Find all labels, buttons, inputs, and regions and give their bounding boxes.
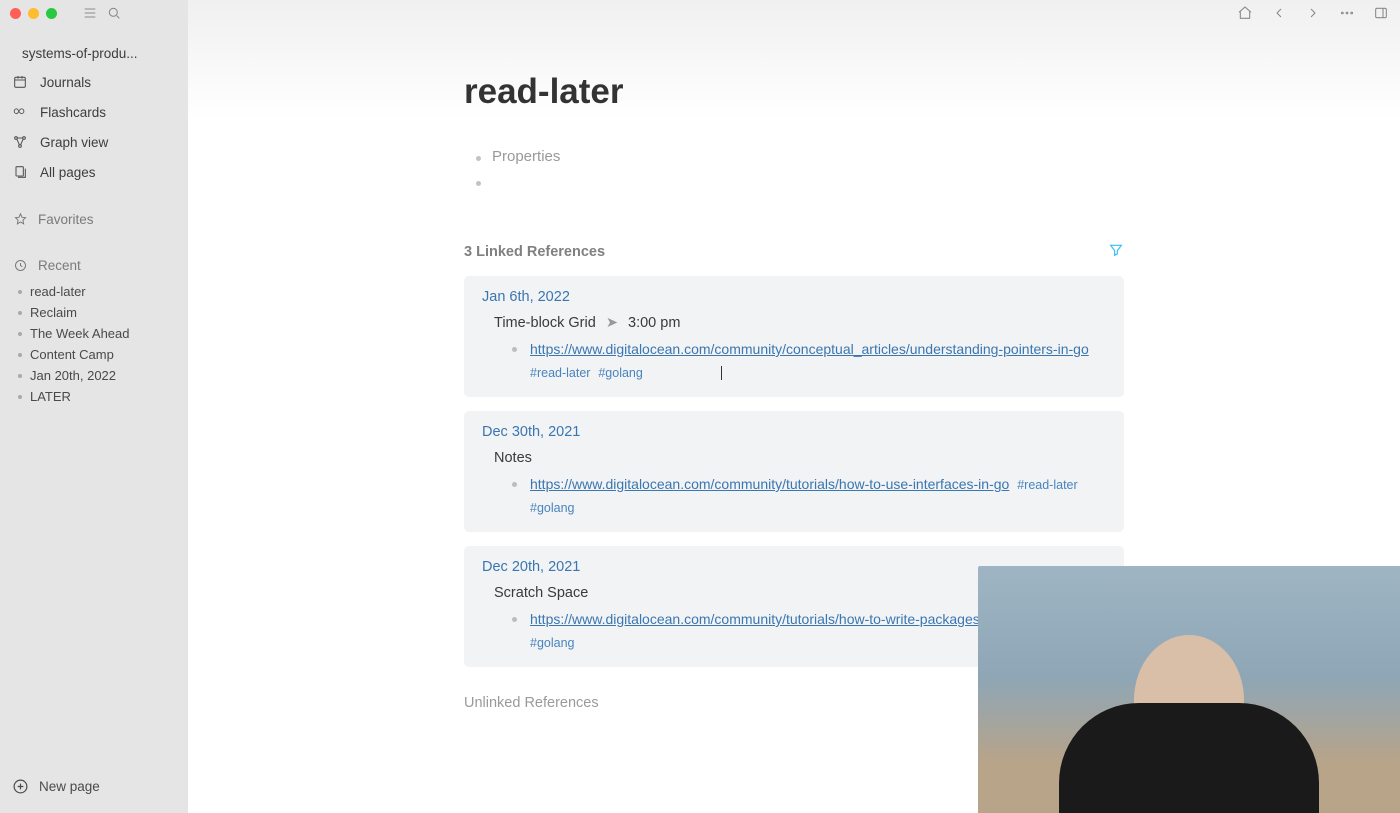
home-icon[interactable]: [1236, 4, 1254, 22]
nav-graph-view[interactable]: Graph view: [0, 127, 188, 157]
context-part: 3:00 pm: [628, 315, 680, 331]
menu-icon[interactable]: [81, 4, 99, 22]
workspace-switcher[interactable]: systems-of-produ...: [0, 40, 188, 67]
search-icon[interactable]: [105, 4, 123, 22]
titlebar: [0, 0, 1400, 26]
tag-link[interactable]: #read-later: [1017, 478, 1077, 492]
minimize-window-button[interactable]: [28, 8, 39, 19]
reference-card: Jan 6th, 2022 Time-block Grid ➤ 3:00 pm …: [464, 276, 1124, 397]
nav-label: Journals: [40, 75, 91, 90]
more-icon[interactable]: [1338, 4, 1356, 22]
reference-block[interactable]: https://www.digitalocean.com/community/c…: [512, 339, 1108, 383]
nav-journals[interactable]: Journals: [0, 67, 188, 97]
context-part: Scratch Space: [494, 585, 588, 601]
back-icon[interactable]: [1270, 4, 1288, 22]
favorites-label: Favorites: [38, 212, 94, 227]
tag-link[interactable]: #golang: [530, 636, 575, 650]
properties-label: Properties: [492, 148, 560, 165]
reference-link[interactable]: https://www.digitalocean.com/community/t…: [530, 476, 1009, 492]
reference-link[interactable]: https://www.digitalocean.com/community/c…: [530, 341, 1089, 357]
nav-label: Flashcards: [40, 105, 106, 120]
reference-date-link[interactable]: Dec 20th, 2021: [482, 559, 580, 575]
recent-item[interactable]: The Week Ahead: [14, 323, 188, 344]
recent-list: read-later Reclaim The Week Ahead Conten…: [0, 281, 188, 407]
recent-item[interactable]: Content Camp: [14, 344, 188, 365]
reference-block[interactable]: https://www.digitalocean.com/community/t…: [512, 474, 1108, 518]
context-part: Notes: [494, 450, 532, 466]
forward-icon[interactable]: [1304, 4, 1322, 22]
clock-icon: [12, 257, 28, 273]
reference-context[interactable]: Notes: [494, 450, 1108, 466]
new-page-button[interactable]: New page: [12, 778, 176, 795]
star-icon: [12, 211, 28, 227]
favorites-header[interactable]: Favorites: [0, 205, 188, 233]
graph-icon: [12, 134, 28, 150]
reference-context[interactable]: Time-block Grid ➤ 3:00 pm: [494, 315, 1108, 331]
recent-item[interactable]: Reclaim: [14, 302, 188, 323]
nav-label: All pages: [40, 165, 96, 180]
tag-link[interactable]: #read-later: [530, 366, 590, 380]
right-sidebar-toggle-icon[interactable]: [1372, 4, 1390, 22]
app-root: systems-of-produ... Journals Flashcards …: [0, 0, 1400, 813]
reference-card: Dec 30th, 2021 Notes https://www.digital…: [464, 411, 1124, 532]
empty-block[interactable]: ​: [470, 169, 1124, 194]
webcam-overlay: [978, 566, 1400, 813]
sidebar: systems-of-produ... Journals Flashcards …: [0, 0, 188, 813]
reference-date-link[interactable]: Jan 6th, 2022: [482, 289, 570, 305]
nav-label: Graph view: [40, 135, 108, 150]
recent-item[interactable]: read-later: [14, 281, 188, 302]
pages-icon: [12, 164, 28, 180]
reference-date-link[interactable]: Dec 30th, 2021: [482, 424, 580, 440]
chevron-right-icon: ➤: [606, 315, 618, 331]
properties-block[interactable]: Properties: [470, 144, 1124, 169]
workspace-name: systems-of-produ...: [22, 46, 166, 61]
recent-header[interactable]: Recent: [0, 251, 188, 279]
maximize-window-button[interactable]: [46, 8, 57, 19]
recent-label: Recent: [38, 258, 81, 273]
text-cursor: [721, 366, 722, 380]
tag-link[interactable]: #golang: [530, 501, 575, 515]
close-window-button[interactable]: [10, 8, 21, 19]
page-title: read-later: [464, 72, 1124, 112]
reference-link[interactable]: https://www.digitalocean.com/community/t…: [530, 611, 1016, 627]
tag-link[interactable]: #golang: [598, 366, 643, 380]
calendar-icon: [12, 74, 28, 90]
window-controls: [10, 8, 57, 19]
nav-all-pages[interactable]: All pages: [0, 157, 188, 187]
context-part: Time-block Grid: [494, 315, 596, 331]
linked-references-header[interactable]: 3 Linked References: [464, 242, 1124, 262]
new-page-label: New page: [39, 779, 100, 794]
recent-item[interactable]: Jan 20th, 2022: [14, 365, 188, 386]
recent-item[interactable]: LATER: [14, 386, 188, 407]
infinity-icon: [12, 104, 28, 120]
filter-icon[interactable]: [1108, 242, 1124, 262]
linked-refs-count: 3 Linked References: [464, 244, 605, 260]
page-blocks[interactable]: Properties ​: [470, 144, 1124, 194]
nav-flashcards[interactable]: Flashcards: [0, 97, 188, 127]
